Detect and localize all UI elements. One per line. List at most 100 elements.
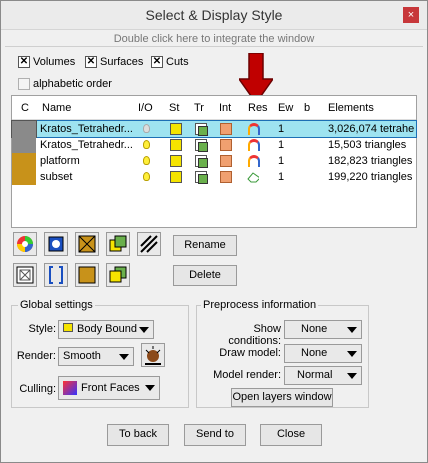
draw-model-value: None <box>301 347 328 359</box>
col-res[interactable]: Res <box>248 102 268 114</box>
color-swatch[interactable] <box>12 137 36 153</box>
elements-value: 182,823 triangles <box>328 155 413 167</box>
close-button[interactable]: Close <box>260 424 322 446</box>
render-dropdown[interactable]: Smooth <box>58 347 134 366</box>
layer-name: platform <box>40 155 80 167</box>
lightbulb-icon[interactable] <box>143 156 150 165</box>
hatch-button[interactable] <box>137 232 161 256</box>
title-bar[interactable]: Select & Display Style × <box>1 1 427 30</box>
alphabetic-order-checkbox[interactable]: alphabetic order <box>18 78 112 90</box>
rainbow-icon[interactable] <box>248 155 260 167</box>
sphere-style-button[interactable] <box>44 232 68 256</box>
check-icon: ✕ <box>151 56 163 68</box>
wireframe-icon <box>78 235 96 253</box>
interior-icon[interactable] <box>220 171 232 183</box>
color-swatch[interactable] <box>11 120 37 138</box>
transparent-box-button[interactable] <box>13 263 37 287</box>
unchecked-box-icon <box>18 78 30 90</box>
culling-label: Culling: <box>19 383 56 395</box>
model-render-label: Model render: <box>213 369 281 381</box>
integrate-hint[interactable]: Double click here to integrate the windo… <box>1 33 427 45</box>
style-square-icon[interactable] <box>170 139 182 151</box>
delete-button[interactable]: Delete <box>173 265 237 286</box>
table-row[interactable]: subset 1 199,220 triangles <box>12 169 416 185</box>
model-render-value: Normal <box>297 369 333 381</box>
col-io[interactable]: I/O <box>138 102 153 114</box>
cuts-checkbox[interactable]: ✕ Cuts <box>151 56 189 68</box>
table-header: C Name I/O St Tr Int Res Ew b Elements <box>12 96 416 120</box>
layer-front-button[interactable] <box>106 263 130 287</box>
solid-fill-icon <box>78 266 96 284</box>
ew-value: 1 <box>278 123 285 135</box>
solid-fill-button[interactable] <box>75 263 99 287</box>
preprocess-information-group: Preprocess information Show conditions: … <box>196 299 369 408</box>
check-icon: ✕ <box>18 56 30 68</box>
transparency-icon[interactable] <box>195 123 208 136</box>
table-row[interactable]: platform 1 182,823 triangles <box>12 153 416 169</box>
render-value: Smooth <box>63 350 101 362</box>
sphere-icon <box>48 236 64 252</box>
layers-table[interactable]: C Name I/O St Tr Int Res Ew b Elements K… <box>11 95 417 228</box>
color-wheel-icon <box>17 236 33 252</box>
lightbulb-icon[interactable] <box>143 140 150 149</box>
volumes-label: Volumes <box>33 56 76 68</box>
show-conditions-label: Show conditions: <box>228 323 281 347</box>
eraser-icon[interactable] <box>247 171 259 183</box>
draw-model-dropdown[interactable]: None <box>284 344 362 363</box>
color-swatch[interactable] <box>12 169 36 185</box>
layer-stack-button[interactable] <box>106 232 130 256</box>
send-to-button[interactable]: Send to <box>184 424 246 446</box>
interior-icon[interactable] <box>220 123 232 135</box>
style-dropdown[interactable]: Body Bound <box>58 320 154 339</box>
rainbow-icon[interactable] <box>248 123 260 135</box>
to-back-button[interactable]: To back <box>107 424 169 446</box>
interior-icon[interactable] <box>220 139 232 151</box>
col-tr[interactable]: Tr <box>194 102 204 114</box>
check-icon: ✕ <box>85 56 97 68</box>
layer-name: Kratos_Tetrahedr... <box>40 123 133 135</box>
volumes-checkbox[interactable]: ✕ Volumes <box>18 56 75 68</box>
brackets-icon <box>49 266 63 284</box>
rainbow-icon[interactable] <box>248 139 260 151</box>
window-title: Select & Display Style <box>145 7 283 23</box>
lighting-icon <box>145 346 161 365</box>
lightbulb-icon[interactable] <box>143 172 150 181</box>
wireframe-button[interactable] <box>75 232 99 256</box>
model-render-dropdown[interactable]: Normal <box>284 366 362 385</box>
ew-value: 1 <box>278 155 285 167</box>
col-elements[interactable]: Elements <box>328 102 374 114</box>
transparency-icon[interactable] <box>195 171 208 184</box>
layer-front-icon <box>109 266 127 283</box>
brackets-button[interactable] <box>44 263 68 287</box>
col-ew[interactable]: Ew <box>278 102 293 114</box>
style-square-icon[interactable] <box>170 155 182 167</box>
show-conditions-value: None <box>301 323 328 335</box>
layer-name: Kratos_Tetrahedr... <box>40 139 133 151</box>
transparency-icon[interactable] <box>195 155 208 168</box>
col-int[interactable]: Int <box>219 102 231 114</box>
front-faces-icon <box>63 381 77 396</box>
rename-button[interactable]: Rename <box>173 235 237 256</box>
interior-icon[interactable] <box>220 155 232 167</box>
elements-value: 15,503 triangles <box>328 139 407 151</box>
show-conditions-dropdown[interactable]: None <box>284 320 362 339</box>
layer-stack-icon <box>109 235 127 252</box>
col-c[interactable]: C <box>21 102 29 114</box>
color-swatch[interactable] <box>12 153 36 169</box>
col-b[interactable]: b <box>304 102 310 114</box>
lighting-button[interactable] <box>141 343 165 367</box>
col-st[interactable]: St <box>169 102 179 114</box>
table-row[interactable]: Kratos_Tetrahedr... 1 15,503 triangles <box>12 137 416 153</box>
surfaces-checkbox[interactable]: ✕ Surfaces <box>85 56 143 68</box>
color-wheel-button[interactable] <box>13 232 37 256</box>
table-row[interactable]: Kratos_Tetrahedr... 1 3,026,074 tetrahe <box>11 120 417 138</box>
culling-dropdown[interactable]: Front Faces <box>58 376 160 400</box>
divider <box>5 46 423 47</box>
col-name[interactable]: Name <box>42 102 71 114</box>
open-layers-window-button[interactable]: Open layers window <box>231 388 333 407</box>
transparency-icon[interactable] <box>195 139 208 152</box>
close-icon[interactable]: × <box>403 7 419 23</box>
style-square-icon[interactable] <box>170 171 182 183</box>
style-square-icon[interactable] <box>170 123 182 135</box>
lightbulb-icon[interactable] <box>143 124 150 133</box>
